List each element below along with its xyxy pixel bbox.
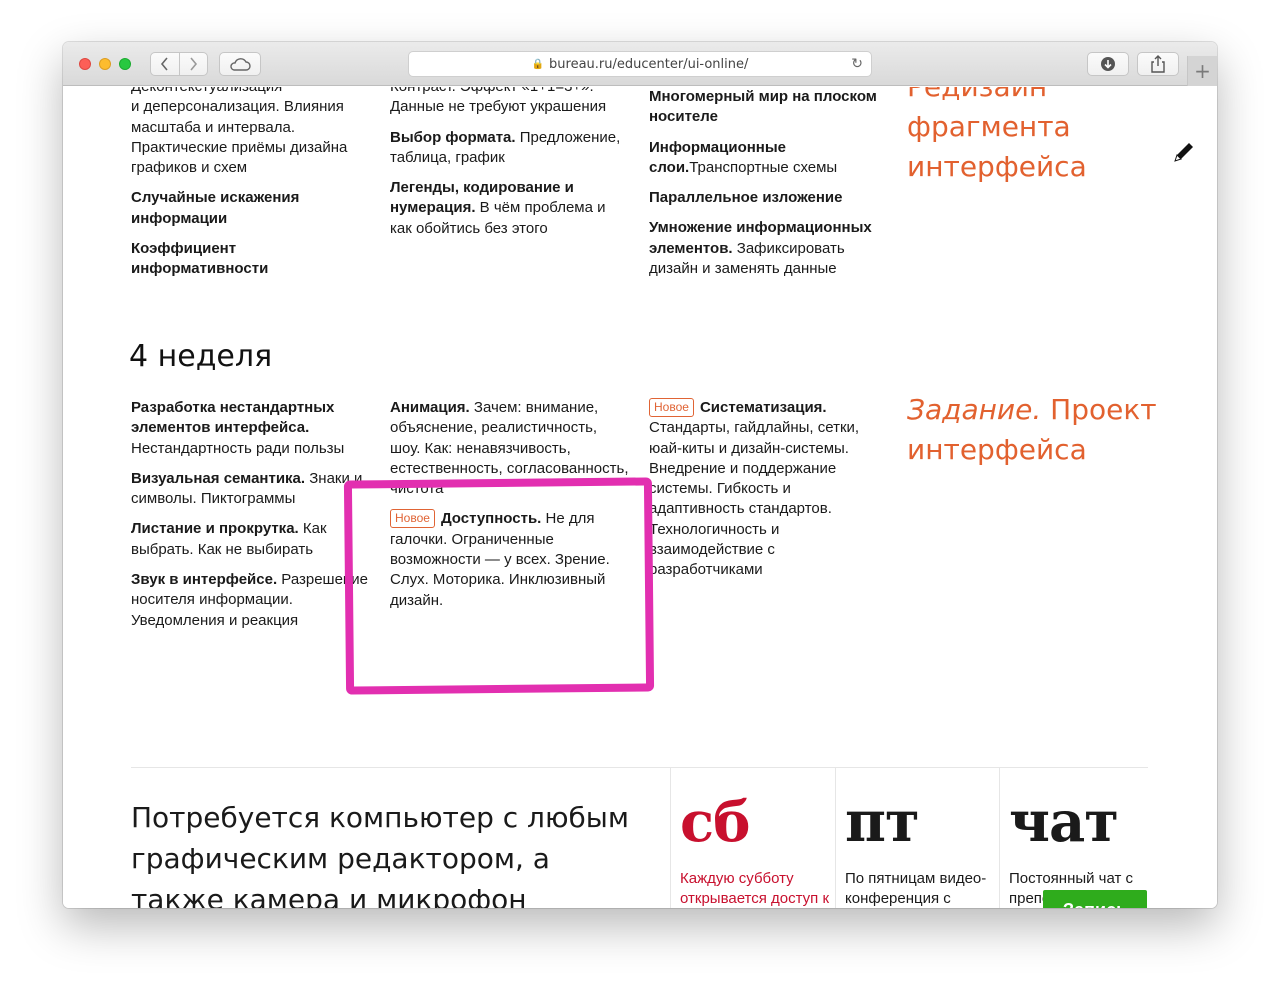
week4-task: Задание. Проект интерфейса — [907, 390, 1167, 470]
list-item: Многомерный мир на плоском носителе — [649, 88, 877, 126]
section-divider — [131, 767, 1148, 768]
list-item: Листание и прокрутка. Как выбрать. Как н… — [131, 520, 327, 558]
feature-friday: пт По пятницам видео-конференция с препо… — [845, 787, 995, 908]
week3-col2: Контраст. Эффект «1+1=3+». Данные не тре… — [390, 87, 630, 249]
column-divider — [835, 767, 836, 908]
week4-col1: Разработка нестандартных элементов интер… — [131, 398, 371, 641]
feature-saturday: сб Каждую субботу открывается доступ к о… — [680, 787, 830, 908]
list-item: и деперсонализация. Влияния масштаба и и… — [131, 98, 348, 177]
browser-window: 🔒 bureau.ru/educenter/ui-online/ ↻ + Дек… — [63, 42, 1217, 908]
list-item: Деконтекстуализация — [131, 87, 371, 97]
history-navigation — [150, 52, 208, 76]
feature-text: Каждую субботу открывается доступ к очер… — [680, 870, 830, 908]
feature-title: пт — [845, 789, 920, 855]
list-item: Разработка нестандартных элементов интер… — [131, 399, 345, 457]
new-tab-button[interactable]: + — [1187, 56, 1217, 86]
back-button[interactable] — [151, 53, 179, 75]
week3-col1: Деконтекстуализация и деперсонализация. … — [131, 87, 371, 290]
feature-title: чат — [1009, 789, 1119, 855]
address-bar[interactable]: 🔒 bureau.ru/educenter/ui-online/ ↻ — [408, 51, 872, 77]
reload-icon[interactable]: ↻ — [851, 56, 863, 72]
list-item: Легенды, кодирование и нумерация. В чём … — [390, 179, 606, 237]
pencil-icon[interactable] — [1171, 139, 1197, 165]
new-badge: Новое — [649, 398, 694, 417]
week3-col3: Многомерный мир на плоском носителе Инфо… — [649, 87, 889, 289]
list-item: Параллельное изложение — [649, 189, 843, 207]
week3-task: Редизайн фрагмента интерфейса — [907, 87, 1087, 183]
requirements-text: Потребуется компьютер с любым графически… — [131, 801, 630, 908]
close-window-button[interactable] — [79, 58, 91, 70]
share-icon — [1151, 55, 1165, 73]
list-item: Случайные искажения информации — [131, 189, 300, 227]
task-label: Задание. — [907, 393, 1042, 426]
week4-title: 4 неделя — [129, 339, 273, 374]
minimize-window-button[interactable] — [99, 58, 111, 70]
browser-toolbar: 🔒 bureau.ru/educenter/ui-online/ ↻ + — [63, 42, 1217, 86]
signup-button[interactable]: Запись — [1043, 890, 1147, 908]
chevron-right-icon — [190, 57, 198, 71]
list-item: Звук в интерфейсе. Разрешение носителя и… — [131, 571, 368, 629]
annotation-highlight — [343, 477, 655, 695]
list-item: Информационные слои.Транспортные схемы — [649, 138, 838, 176]
lock-icon: 🔒 — [531, 58, 545, 70]
feature-text: По пятницам видео-конференция с преподав… — [845, 870, 987, 908]
url-text: bureau.ru/educenter/ui-online/ — [549, 56, 749, 72]
maximize-window-button[interactable] — [119, 58, 131, 70]
list-item: Умножение информационных элементов. Зафи… — [649, 219, 872, 278]
icloud-tabs-button[interactable] — [219, 52, 261, 76]
list-item: Новое Систематизация. Стандарты, гайдлайн… — [649, 398, 860, 579]
forward-button[interactable] — [178, 53, 208, 75]
column-divider — [670, 767, 671, 908]
plus-icon: + — [1194, 59, 1211, 83]
column-divider — [999, 767, 1000, 908]
download-icon — [1101, 57, 1115, 71]
list-item: Визуальная семантика. Знаки и символы. П… — [131, 469, 363, 508]
downloads-button[interactable] — [1087, 52, 1129, 76]
share-button[interactable] — [1137, 52, 1179, 76]
cloud-icon — [230, 58, 251, 71]
chevron-left-icon — [160, 57, 168, 71]
week4-col3: Новое Систематизация. Стандарты, гайдлайн… — [649, 398, 889, 591]
list-item: Выбор формата. Предложение, таблица, гра… — [390, 128, 621, 166]
list-item: Контраст. Эффект «1+1=3+». Данные не тре… — [390, 87, 607, 116]
page-content: Деконтекстуализация и деперсонализация. … — [63, 87, 1217, 908]
list-item: Коэффициент информативности — [131, 240, 269, 278]
feature-title: сб — [680, 789, 750, 855]
